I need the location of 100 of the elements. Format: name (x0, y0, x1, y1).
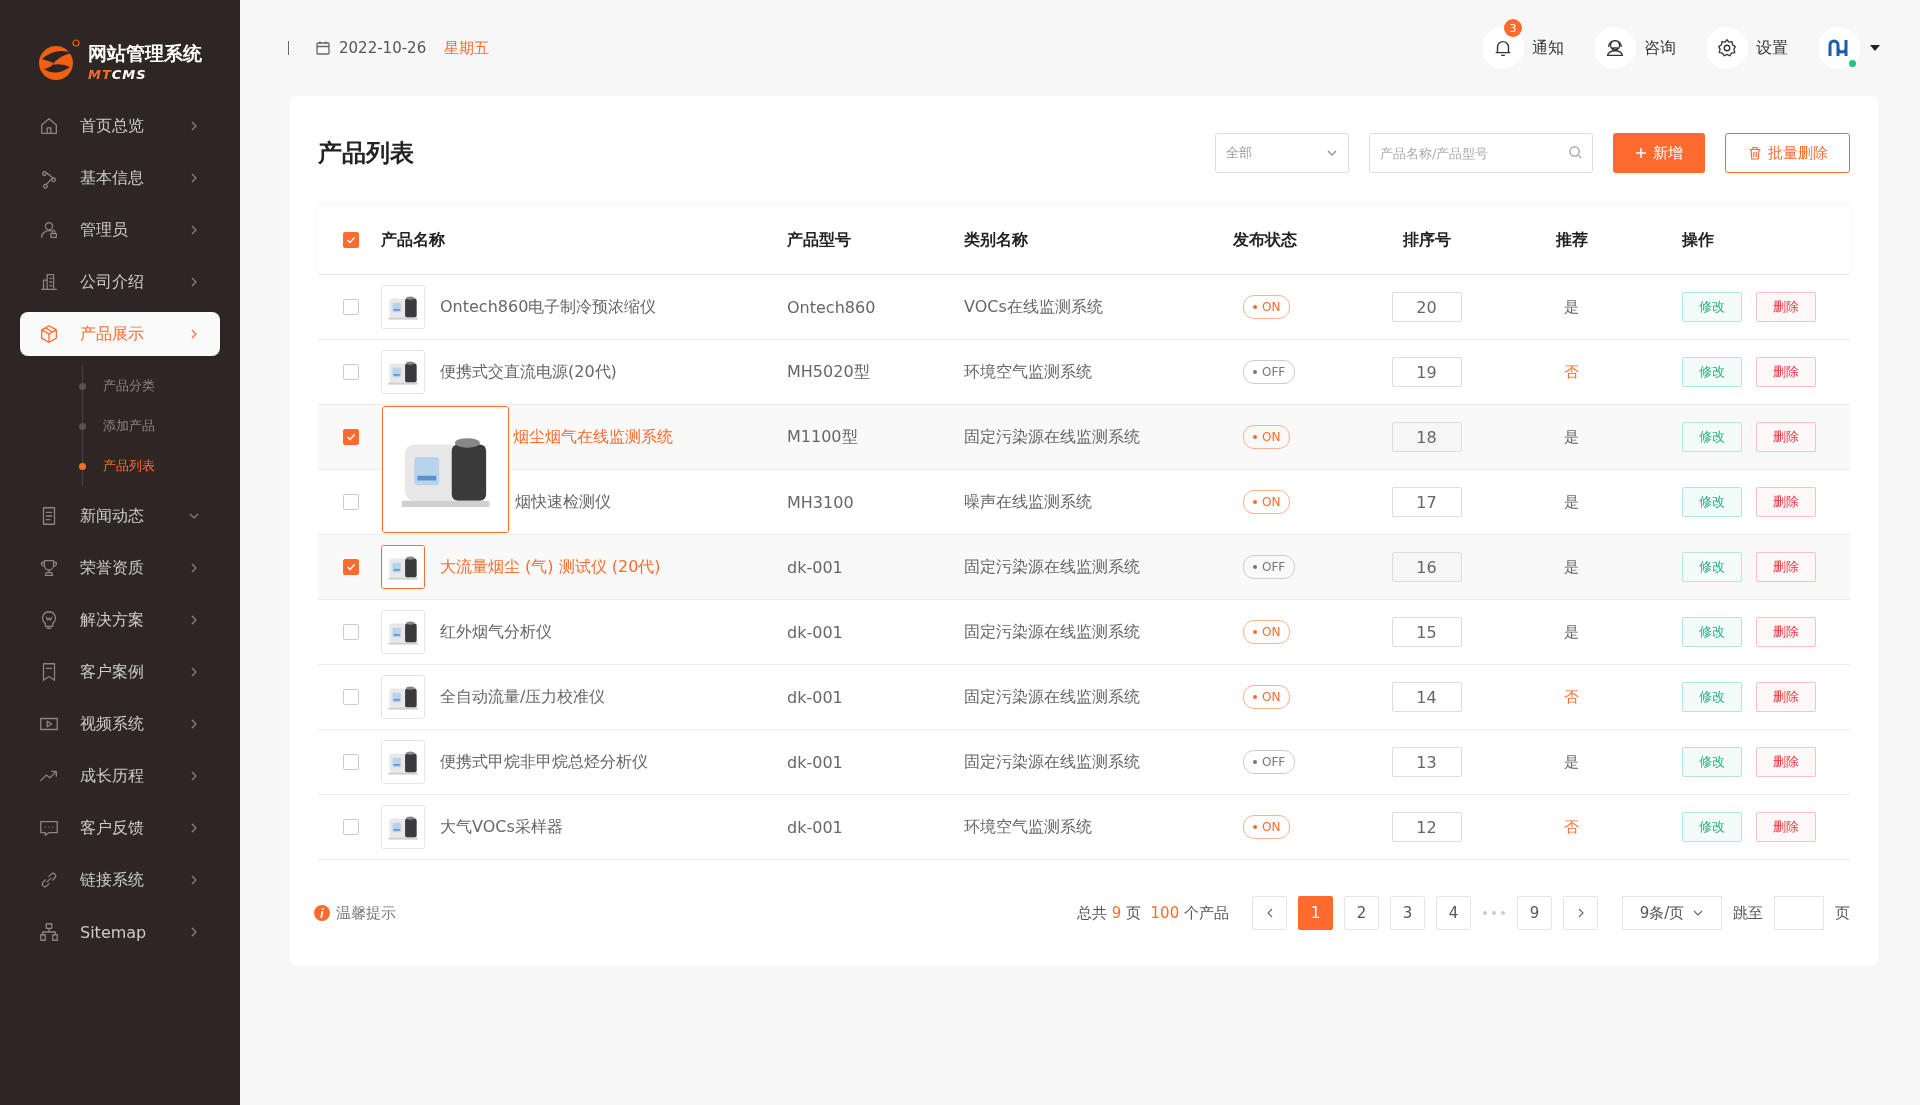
column-header: 发布状态 (1233, 229, 1297, 251)
row-checkbox[interactable] (342, 299, 359, 315)
menu-item[interactable]: Sitemap (20, 910, 220, 954)
edit-button[interactable]: 修改 (1682, 617, 1742, 647)
edit-button[interactable]: 修改 (1682, 357, 1742, 387)
next-page-button[interactable] (1563, 896, 1598, 930)
category-select[interactable]: 全部 (1215, 133, 1349, 173)
table-cell: VOCs在线监测系统 (964, 296, 1103, 318)
row-checkbox[interactable] (342, 754, 359, 770)
page-button[interactable]: 2 (1344, 896, 1379, 930)
menu-item[interactable]: 视频系统 (20, 702, 220, 746)
status-toggle[interactable]: OFF (1243, 555, 1296, 579)
search-field[interactable]: 产品名称/产品型号 (1369, 133, 1593, 173)
page-button[interactable]: 4 (1436, 896, 1471, 930)
recommend-text: 是 (1564, 752, 1579, 772)
edit-button[interactable]: 修改 (1682, 812, 1742, 842)
edit-button[interactable]: 修改 (1682, 747, 1742, 777)
product-name[interactable]: 烟尘烟气在线监测系统 (513, 426, 673, 448)
menu-item[interactable]: 管理员 (20, 208, 220, 252)
delete-button[interactable]: 删除 (1756, 682, 1816, 712)
menu-item[interactable]: 链接系统 (20, 858, 220, 902)
menu-item[interactable]: 解决方案 (20, 598, 220, 642)
header-link[interactable]: 通知 (1532, 37, 1564, 59)
user-avatar[interactable] (1818, 27, 1860, 69)
product-name[interactable]: 红外烟气分析仪 (440, 621, 552, 643)
delete-button[interactable]: 删除 (1756, 292, 1816, 322)
row-checkbox[interactable] (342, 624, 359, 640)
edit-button[interactable]: 修改 (1682, 552, 1742, 582)
delete-button[interactable]: 删除 (1756, 487, 1816, 517)
delete-button[interactable]: 删除 (1756, 812, 1816, 842)
row-checkbox[interactable] (342, 364, 359, 380)
header-icon-button[interactable] (1706, 27, 1748, 69)
delete-button[interactable]: 删除 (1756, 552, 1816, 582)
sort-field[interactable]: 19 (1391, 357, 1462, 387)
header-icon-button[interactable] (1594, 27, 1636, 69)
page-jump-field[interactable] (1774, 896, 1824, 930)
product-name[interactable]: 大流量烟尘 (气) 测试仪 (20代) (440, 556, 661, 578)
edit-button[interactable]: 修改 (1682, 487, 1742, 517)
sort-field[interactable]: 15 (1391, 617, 1462, 647)
add-button[interactable]: 新增 (1613, 133, 1705, 173)
menu-item[interactable]: 首页总览 (20, 104, 220, 148)
row-checkbox[interactable] (342, 429, 359, 445)
delete-button[interactable]: 删除 (1756, 422, 1816, 452)
prev-page-button[interactable] (1252, 896, 1287, 930)
table-cell: dk-001 (787, 557, 843, 577)
edit-button[interactable]: 修改 (1682, 422, 1742, 452)
product-name[interactable]: Ontech860电子制冷预浓缩仪 (440, 296, 657, 318)
page-size-select[interactable]: 9条/页 (1622, 896, 1722, 930)
table-cell: 固定污染源在线监测系统 (964, 621, 1140, 643)
menu-item[interactable]: 客户反馈 (20, 806, 220, 850)
ellipsis-icon (1482, 911, 1506, 915)
select-all-checkbox[interactable] (342, 232, 359, 248)
status-toggle[interactable]: ON (1243, 295, 1291, 319)
product-name[interactable]: 便携式甲烷非甲烷总烃分析仪 (440, 751, 648, 773)
page-button[interactable]: 9 (1517, 896, 1552, 930)
edit-button[interactable]: 修改 (1682, 682, 1742, 712)
sort-field[interactable]: 13 (1391, 747, 1462, 777)
row-checkbox[interactable] (342, 819, 359, 835)
delete-button[interactable]: 删除 (1756, 617, 1816, 647)
page-button[interactable]: 1 (1298, 896, 1333, 930)
delete-button[interactable]: 删除 (1756, 747, 1816, 777)
table-cell: dk-001 (787, 817, 843, 837)
menu-item[interactable]: 荣誉资质 (20, 546, 220, 590)
status-toggle[interactable]: ON (1243, 815, 1291, 839)
status-toggle[interactable]: ON (1243, 425, 1291, 449)
sort-field[interactable]: 12 (1391, 812, 1462, 842)
batch-delete-button[interactable]: 批量删除 (1725, 133, 1850, 173)
menu-item[interactable]: 成长历程 (20, 754, 220, 798)
product-name[interactable]: 烟快速检测仪 (515, 491, 611, 513)
menu-item[interactable]: 产品展示 (20, 312, 220, 356)
caret-icon[interactable] (1870, 45, 1880, 51)
sort-field[interactable]: 14 (1391, 682, 1462, 712)
status-toggle[interactable]: OFF (1243, 360, 1296, 384)
status-toggle[interactable]: ON (1243, 490, 1291, 514)
status-toggle[interactable]: ON (1243, 620, 1291, 644)
product-name[interactable]: 便携式交直流电源(20代) (440, 361, 617, 383)
calendar-icon (315, 40, 331, 56)
tip-text[interactable]: 温馨提示 (336, 903, 396, 923)
header-link[interactable]: 设置 (1756, 37, 1788, 59)
row-checkbox[interactable] (342, 494, 359, 510)
sort-field[interactable]: 17 (1391, 487, 1462, 517)
delete-button[interactable]: 删除 (1756, 357, 1816, 387)
brand-subtitle: MTCMS (88, 66, 148, 82)
product-name[interactable]: 全自动流量/压力校准仪 (440, 686, 606, 708)
row-checkbox[interactable] (342, 559, 359, 575)
menu-item[interactable]: 新闻动态 (20, 494, 220, 538)
status-toggle[interactable]: OFF (1243, 750, 1296, 774)
sort-field[interactable]: 18 (1391, 422, 1462, 452)
row-checkbox[interactable] (342, 689, 359, 705)
table-cell: 固定污染源在线监测系统 (964, 751, 1140, 773)
status-toggle[interactable]: ON (1243, 685, 1291, 709)
edit-button[interactable]: 修改 (1682, 292, 1742, 322)
page-button[interactable]: 3 (1390, 896, 1425, 930)
menu-item[interactable]: 公司介绍 (20, 260, 220, 304)
product-name[interactable]: 大气VOCs采样器 (440, 816, 563, 838)
header-link[interactable]: 咨询 (1644, 37, 1676, 59)
menu-item[interactable]: 客户案例 (20, 650, 220, 694)
menu-item[interactable]: 基本信息 (20, 156, 220, 200)
sort-field[interactable]: 20 (1391, 292, 1462, 322)
sort-field[interactable]: 16 (1391, 552, 1462, 582)
